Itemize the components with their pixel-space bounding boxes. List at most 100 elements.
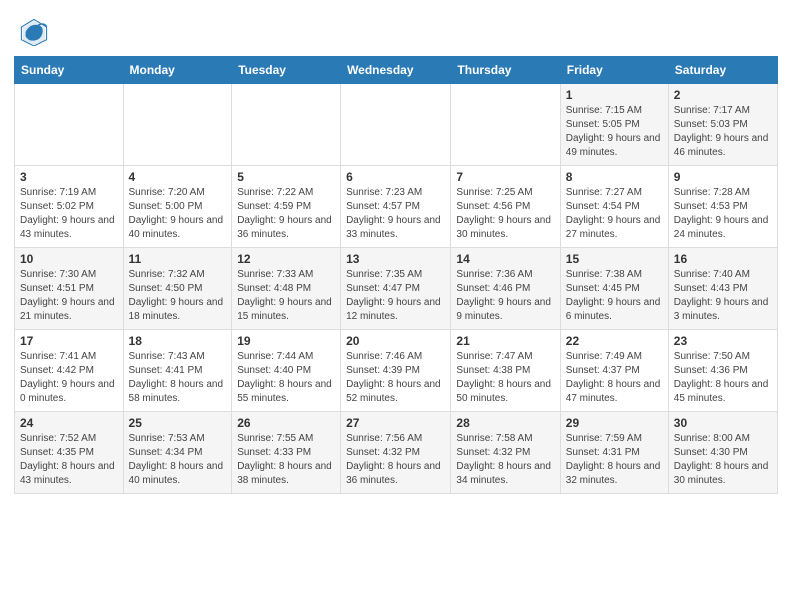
- calendar-week-2: 3 Sunrise: 7:19 AM Sunset: 5:02 PM Daylig…: [15, 166, 778, 248]
- calendar-cell: [451, 84, 560, 166]
- day-number: 17: [20, 334, 118, 348]
- calendar-cell: 9 Sunrise: 7:28 AM Sunset: 4:53 PM Daylig…: [668, 166, 777, 248]
- day-header-friday: Friday: [560, 57, 668, 84]
- day-header-tuesday: Tuesday: [232, 57, 341, 84]
- calendar-cell: 6 Sunrise: 7:23 AM Sunset: 4:57 PM Daylig…: [341, 166, 451, 248]
- calendar-cell: 25Sunrise: 7:53 AM Sunset: 4:34 PM Dayli…: [123, 412, 232, 494]
- calendar-cell: 26Sunrise: 7:55 AM Sunset: 4:33 PM Dayli…: [232, 412, 341, 494]
- calendar-cell: 12 Sunrise: 7:33 AM Sunset: 4:48 PM Dayli…: [232, 248, 341, 330]
- logo: [20, 18, 54, 46]
- day-info: Sunrise: 7:59 AM Sunset: 4:31 PM Dayligh…: [566, 432, 663, 488]
- day-number: 16: [674, 252, 772, 266]
- calendar-week-4: 17 Sunrise: 7:41 AM Sunset: 4:42 PM Dayli…: [15, 330, 778, 412]
- day-info: Sunrise: 7:58 AM Sunset: 4:32 PM Dayligh…: [456, 432, 554, 488]
- day-number: 29: [566, 416, 663, 430]
- day-info: Sunrise: 7:27 AM Sunset: 4:54 PM Dayligh…: [566, 186, 663, 242]
- calendar-cell: 28 Sunrise: 7:58 AM Sunset: 4:32 PM Dayli…: [451, 412, 560, 494]
- day-header-thursday: Thursday: [451, 57, 560, 84]
- day-info: Sunrise: 7:17 AM Sunset: 5:03 PM Dayligh…: [674, 104, 772, 160]
- day-header-saturday: Saturday: [668, 57, 777, 84]
- calendar-header-row: SundayMondayTuesdayWednesdayThursdayFrid…: [15, 57, 778, 84]
- day-info: Sunrise: 7:23 AM Sunset: 4:57 PM Dayligh…: [346, 186, 445, 242]
- calendar-cell: 2Sunrise: 7:17 AM Sunset: 5:03 PM Daylig…: [668, 84, 777, 166]
- day-info: Sunrise: 7:35 AM Sunset: 4:47 PM Dayligh…: [346, 268, 445, 324]
- day-info: Sunrise: 7:38 AM Sunset: 4:45 PM Dayligh…: [566, 268, 663, 324]
- day-info: Sunrise: 7:49 AM Sunset: 4:37 PM Dayligh…: [566, 350, 663, 406]
- calendar-week-1: 1 Sunrise: 7:15 AM Sunset: 5:05 PM Daylig…: [15, 84, 778, 166]
- day-number: 1: [566, 88, 663, 102]
- day-number: 10: [20, 252, 118, 266]
- calendar-week-5: 24 Sunrise: 7:52 AM Sunset: 4:35 PM Dayli…: [15, 412, 778, 494]
- day-info: Sunrise: 7:22 AM Sunset: 4:59 PM Dayligh…: [237, 186, 335, 242]
- header: [0, 0, 792, 56]
- day-info: Sunrise: 7:28 AM Sunset: 4:53 PM Dayligh…: [674, 186, 772, 242]
- day-number: 22: [566, 334, 663, 348]
- day-number: 3: [20, 170, 118, 184]
- calendar-cell: 19 Sunrise: 7:44 AM Sunset: 4:40 PM Dayli…: [232, 330, 341, 412]
- day-number: 11: [129, 252, 227, 266]
- day-header-sunday: Sunday: [15, 57, 124, 84]
- calendar-cell: 7Sunrise: 7:25 AM Sunset: 4:56 PM Daylig…: [451, 166, 560, 248]
- calendar-cell: 23Sunrise: 7:50 AM Sunset: 4:36 PM Dayli…: [668, 330, 777, 412]
- day-number: 21: [456, 334, 554, 348]
- logo-icon: [20, 18, 48, 46]
- calendar-cell: 21Sunrise: 7:47 AM Sunset: 4:38 PM Dayli…: [451, 330, 560, 412]
- calendar-cell: 3 Sunrise: 7:19 AM Sunset: 5:02 PM Daylig…: [15, 166, 124, 248]
- day-info: Sunrise: 7:32 AM Sunset: 4:50 PM Dayligh…: [129, 268, 227, 324]
- day-info: Sunrise: 7:52 AM Sunset: 4:35 PM Dayligh…: [20, 432, 118, 488]
- day-number: 6: [346, 170, 445, 184]
- day-number: 13: [346, 252, 445, 266]
- day-header-monday: Monday: [123, 57, 232, 84]
- day-info: Sunrise: 7:50 AM Sunset: 4:36 PM Dayligh…: [674, 350, 772, 406]
- day-number: 30: [674, 416, 772, 430]
- calendar-cell: 8 Sunrise: 7:27 AM Sunset: 4:54 PM Daylig…: [560, 166, 668, 248]
- calendar-cell: 1 Sunrise: 7:15 AM Sunset: 5:05 PM Daylig…: [560, 84, 668, 166]
- calendar-cell: 22 Sunrise: 7:49 AM Sunset: 4:37 PM Dayli…: [560, 330, 668, 412]
- day-number: 19: [237, 334, 335, 348]
- day-info: Sunrise: 7:40 AM Sunset: 4:43 PM Dayligh…: [674, 268, 772, 324]
- day-info: Sunrise: 7:19 AM Sunset: 5:02 PM Dayligh…: [20, 186, 118, 242]
- day-info: Sunrise: 7:43 AM Sunset: 4:41 PM Dayligh…: [129, 350, 227, 406]
- day-number: 20: [346, 334, 445, 348]
- calendar-cell: 11 Sunrise: 7:32 AM Sunset: 4:50 PM Dayli…: [123, 248, 232, 330]
- calendar-cell: 27 Sunrise: 7:56 AM Sunset: 4:32 PM Dayli…: [341, 412, 451, 494]
- calendar-week-3: 10 Sunrise: 7:30 AM Sunset: 4:51 PM Dayli…: [15, 248, 778, 330]
- calendar-cell: 20 Sunrise: 7:46 AM Sunset: 4:39 PM Dayli…: [341, 330, 451, 412]
- calendar-cell: 13 Sunrise: 7:35 AM Sunset: 4:47 PM Dayli…: [341, 248, 451, 330]
- calendar-cell: [123, 84, 232, 166]
- calendar-cell: 15 Sunrise: 7:38 AM Sunset: 4:45 PM Dayli…: [560, 248, 668, 330]
- day-number: 24: [20, 416, 118, 430]
- day-info: Sunrise: 7:53 AM Sunset: 4:34 PM Dayligh…: [129, 432, 227, 488]
- calendar-cell: 24 Sunrise: 7:52 AM Sunset: 4:35 PM Dayli…: [15, 412, 124, 494]
- calendar-cell: 14Sunrise: 7:36 AM Sunset: 4:46 PM Dayli…: [451, 248, 560, 330]
- day-info: Sunrise: 7:30 AM Sunset: 4:51 PM Dayligh…: [20, 268, 118, 324]
- day-number: 28: [456, 416, 554, 430]
- day-number: 8: [566, 170, 663, 184]
- day-number: 15: [566, 252, 663, 266]
- calendar-cell: 18 Sunrise: 7:43 AM Sunset: 4:41 PM Dayli…: [123, 330, 232, 412]
- day-info: Sunrise: 7:56 AM Sunset: 4:32 PM Dayligh…: [346, 432, 445, 488]
- calendar-cell: 30 Sunrise: 8:00 AM Sunset: 4:30 PM Dayli…: [668, 412, 777, 494]
- calendar-cell: 16 Sunrise: 7:40 AM Sunset: 4:43 PM Dayli…: [668, 248, 777, 330]
- day-info: Sunrise: 7:44 AM Sunset: 4:40 PM Dayligh…: [237, 350, 335, 406]
- calendar-cell: 10 Sunrise: 7:30 AM Sunset: 4:51 PM Dayli…: [15, 248, 124, 330]
- day-info: Sunrise: 7:36 AM Sunset: 4:46 PM Dayligh…: [456, 268, 554, 324]
- day-info: Sunrise: 7:41 AM Sunset: 4:42 PM Dayligh…: [20, 350, 118, 406]
- day-number: 18: [129, 334, 227, 348]
- calendar-cell: 17 Sunrise: 7:41 AM Sunset: 4:42 PM Dayli…: [15, 330, 124, 412]
- day-number: 7: [456, 170, 554, 184]
- day-header-wednesday: Wednesday: [341, 57, 451, 84]
- calendar-cell: [341, 84, 451, 166]
- day-info: Sunrise: 8:00 AM Sunset: 4:30 PM Dayligh…: [674, 432, 772, 488]
- page-container: SundayMondayTuesdayWednesdayThursdayFrid…: [0, 0, 792, 504]
- day-info: Sunrise: 7:15 AM Sunset: 5:05 PM Dayligh…: [566, 104, 663, 160]
- day-info: Sunrise: 7:46 AM Sunset: 4:39 PM Dayligh…: [346, 350, 445, 406]
- day-number: 12: [237, 252, 335, 266]
- day-info: Sunrise: 7:33 AM Sunset: 4:48 PM Dayligh…: [237, 268, 335, 324]
- calendar-cell: [15, 84, 124, 166]
- day-number: 9: [674, 170, 772, 184]
- day-number: 26: [237, 416, 335, 430]
- calendar-cell: 29 Sunrise: 7:59 AM Sunset: 4:31 PM Dayli…: [560, 412, 668, 494]
- day-info: Sunrise: 7:20 AM Sunset: 5:00 PM Dayligh…: [129, 186, 227, 242]
- day-number: 27: [346, 416, 445, 430]
